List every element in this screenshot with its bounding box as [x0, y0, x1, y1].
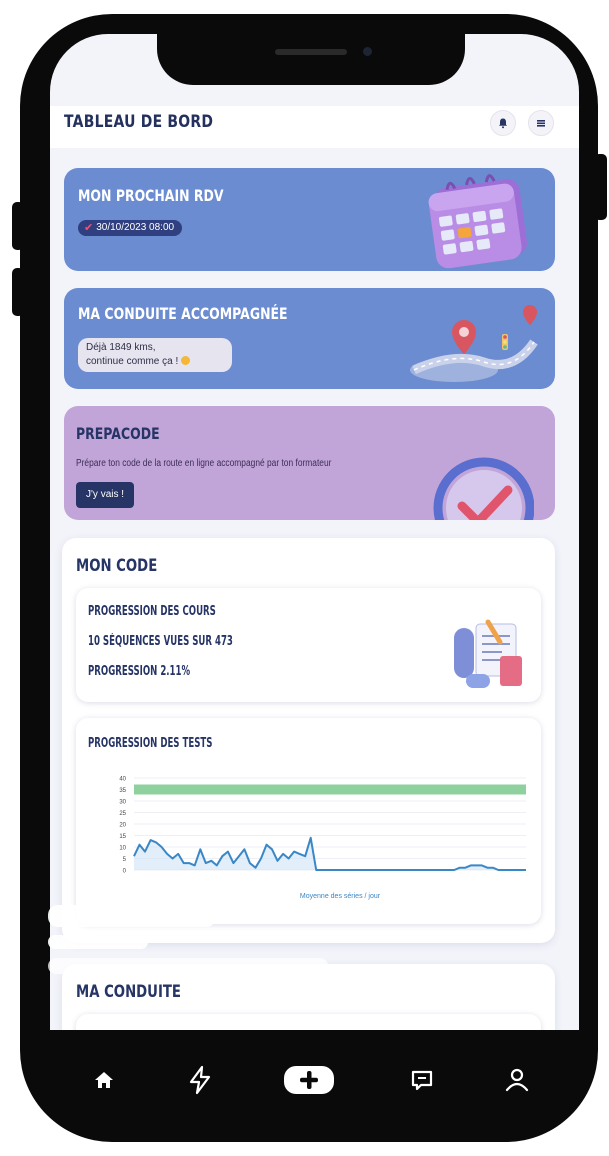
mon-code-title: MON CODE [76, 556, 158, 576]
nav-messages[interactable] [402, 1062, 442, 1098]
clock-check-icon [433, 457, 534, 520]
screen: TABLEAU DE BORD MON PROCHAIN RDV ✔ 30/10… [50, 34, 579, 1030]
bolt-icon [189, 1065, 211, 1095]
y-tick-label: 40 [119, 777, 126, 783]
page-title: TABLEAU DE BORD [64, 112, 214, 132]
cours-progress-title: PROGRESSION DES COURS [88, 604, 216, 619]
prepacode-button[interactable]: J'y vais ! [76, 482, 135, 508]
series-line [133, 836, 526, 871]
rdv-card[interactable]: MON PROCHAIN RDV ✔ 30/10/2023 08:00 [64, 168, 555, 271]
message-line-2: continue comme ça ! [86, 356, 179, 367]
nav-bolt[interactable] [180, 1062, 220, 1098]
threshold-band [134, 784, 526, 795]
conduite-message: Déjà 1849 kms, continue comme ça ! [78, 338, 232, 372]
conduite-accompagnee-title: MA CONDUITE ACCOMPAGNÉE [78, 304, 288, 323]
y-tick-label: 30 [119, 800, 126, 806]
profile-icon [505, 1068, 529, 1092]
y-tick-label: 10 [119, 846, 126, 852]
tests-progress-card[interactable]: PROGRESSION DES TESTS 0 5 10 15 20 25 30 35 40 Mo… [76, 718, 541, 924]
mon-code-section: MON CODE PROGRESSION DES COURS 10 SÉQUEN… [62, 538, 555, 943]
cours-sequences: 10 SÉQUENCES VUES SUR 473 [88, 634, 233, 649]
rdv-title: MON PROCHAIN RDV [78, 186, 224, 205]
menu-icon [537, 120, 545, 127]
y-tick-label: 25 [119, 811, 126, 817]
blur-overlay-1 [48, 905, 216, 927]
blur-overlay-3 [48, 958, 328, 974]
y-tick-label: 20 [119, 823, 126, 829]
nav-home[interactable] [84, 1062, 124, 1098]
nav-add[interactable] [283, 1062, 335, 1098]
add-icon [284, 1066, 334, 1094]
message-icon [411, 1070, 433, 1091]
y-tick-label: 15 [119, 834, 126, 840]
y-tick-label: 0 [123, 869, 127, 875]
check-icon: ✔ [84, 222, 94, 234]
prepacode-card[interactable]: PREPACODE Prépare ton code de la route e… [64, 406, 555, 520]
nav-profile[interactable] [497, 1062, 537, 1098]
rdv-date: 30/10/2023 08:00 [96, 222, 175, 233]
bell-button[interactable] [490, 110, 516, 136]
home-icon [95, 1072, 113, 1088]
app-header: TABLEAU DE BORD [50, 106, 579, 148]
conduite-accompagnee-card[interactable]: MA CONDUITE ACCOMPAGNÉE Déjà 1849 kms, c… [64, 288, 555, 389]
cours-progress-card[interactable]: PROGRESSION DES COURS 10 SÉQUENCES VUES … [76, 588, 541, 702]
prepacode-description: Prépare ton code de la route en ligne ac… [76, 458, 332, 469]
ma-conduite-title: MA CONDUITE [76, 982, 181, 1002]
blur-overlay-2 [48, 935, 148, 949]
phone-notch [157, 33, 465, 85]
prepacode-title: PREPACODE [76, 424, 160, 443]
x-axis-label: Moyenne des séries / jour [300, 893, 381, 900]
rdv-date-badge: ✔ 30/10/2023 08:00 [78, 220, 183, 236]
message-line-1: Déjà 1849 kms, [86, 342, 156, 353]
smile-emoji [181, 356, 191, 365]
tests-progress-title: PROGRESSION DES TESTS [88, 736, 213, 751]
map-route-icon [410, 305, 538, 382]
menu-button[interactable] [528, 110, 554, 136]
cours-progression: PROGRESSION 2.11% [88, 664, 191, 679]
tests-chart: 0 5 10 15 20 25 30 35 40 Moyenne des séries / jou… [119, 777, 526, 900]
course-documents-icon [454, 619, 522, 688]
camera [363, 47, 372, 56]
y-tick-label: 5 [123, 857, 127, 863]
bell-icon [499, 118, 507, 129]
y-tick-label: 35 [119, 788, 126, 794]
calendar-icon [428, 174, 527, 269]
ma-conduite-card[interactable] [76, 1014, 541, 1030]
speaker [275, 49, 347, 55]
